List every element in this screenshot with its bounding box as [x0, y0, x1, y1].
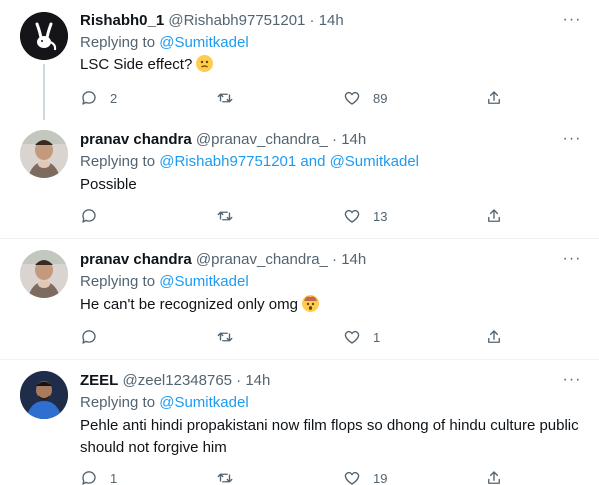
mention-link[interactable]: @Rishabh97751201 and @Sumitkadel: [159, 153, 419, 170]
replying-to-label: Replying to: [80, 153, 160, 170]
more-options-icon[interactable]: ···: [560, 131, 584, 153]
mention-link[interactable]: @Sumitkadel: [159, 394, 248, 411]
profile-photo-icon: [20, 130, 68, 178]
separator-dot: ·: [332, 131, 338, 148]
heart-icon: [344, 330, 360, 344]
more-options-icon[interactable]: ···: [560, 251, 584, 273]
tweet-header: pranav chandra @pranav_chandra_ · 14h: [80, 130, 366, 150]
reply-count: 2: [110, 90, 118, 106]
reply-icon: [82, 330, 96, 344]
tweet-text: Pehle anti hindi propakistani now film f…: [80, 415, 590, 459]
retweet-button[interactable]: [216, 327, 234, 347]
tweet-text: LSC Side effect?: [80, 54, 590, 76]
reply-button[interactable]: [80, 206, 98, 226]
display-name[interactable]: ZEEL: [80, 372, 118, 389]
share-button[interactable]: [485, 206, 503, 226]
user-handle[interactable]: @pranav_chandra_: [196, 131, 328, 148]
avatar[interactable]: [20, 371, 68, 419]
bunny-logo-icon: [20, 12, 68, 60]
share-button[interactable]: [485, 327, 503, 347]
exploding-head-emoji-icon: [302, 295, 320, 312]
tweet-actions: 13: [80, 206, 510, 226]
timestamp[interactable]: 14h: [341, 131, 366, 148]
replying-to-label: Replying to: [80, 34, 160, 51]
heart-icon: [344, 91, 360, 105]
timestamp[interactable]: 14h: [245, 372, 270, 389]
share-icon: [488, 91, 500, 104]
replying-to-label: Replying to: [80, 394, 160, 411]
share-button[interactable]: [485, 88, 503, 108]
user-handle[interactable]: @Rishabh97751201: [168, 12, 305, 29]
tweet-divider: [0, 359, 599, 360]
share-icon: [488, 209, 500, 222]
tweet-text: He can't be recognized only omg: [80, 294, 590, 316]
tweet-actions: 1: [80, 327, 510, 347]
tweet-body: He can't be recognized only omg: [80, 296, 298, 313]
reply-icon: [82, 91, 96, 105]
tweet-body: Pehle anti hindi propakistani now film f…: [80, 417, 579, 456]
timestamp[interactable]: 14h: [341, 251, 366, 268]
share-icon: [488, 471, 500, 484]
tweet-divider: [0, 238, 599, 239]
confused-face-emoji-icon: [196, 55, 214, 72]
more-options-icon[interactable]: ···: [560, 12, 584, 34]
reply-button[interactable]: 2: [80, 88, 117, 108]
more-options-icon[interactable]: ···: [560, 372, 584, 394]
display-name[interactable]: Rishabh0_1: [80, 12, 164, 29]
retweet-icon: [217, 93, 233, 103]
retweet-button[interactable]: [216, 468, 234, 485]
like-button[interactable]: 1: [343, 327, 380, 347]
retweet-button[interactable]: [216, 206, 234, 226]
user-handle[interactable]: @pranav_chandra_: [196, 251, 328, 268]
timestamp[interactable]: 14h: [319, 12, 344, 29]
reply-icon: [82, 471, 96, 485]
replying-to: Replying to @Sumitkadel: [80, 393, 249, 413]
tweet-actions: 1 19: [80, 468, 510, 485]
like-button[interactable]: 19: [343, 468, 387, 485]
tweet-header: pranav chandra @pranav_chandra_ · 14h: [80, 250, 366, 270]
avatar[interactable]: [20, 130, 68, 178]
reply-icon: [82, 209, 96, 223]
like-count: 89: [373, 90, 388, 106]
reply-button[interactable]: [80, 327, 98, 347]
separator-dot: ·: [236, 372, 242, 389]
replying-to: Replying to @Rishabh97751201 and @Sumitk…: [80, 152, 419, 172]
display-name[interactable]: pranav chandra: [80, 131, 192, 148]
like-button[interactable]: 89: [343, 88, 387, 108]
retweet-icon: [217, 332, 233, 342]
user-handle[interactable]: @zeel12348765: [123, 372, 232, 389]
retweet-button[interactable]: [216, 88, 234, 108]
separator-dot: ·: [309, 12, 315, 29]
tweet-actions: 2 89: [80, 88, 510, 108]
reply-count: 1: [110, 470, 118, 485]
mention-link[interactable]: @Sumitkadel: [159, 273, 248, 290]
tweet-body: LSC Side effect?: [80, 56, 193, 73]
avatar[interactable]: [20, 12, 68, 60]
profile-photo-icon: [20, 371, 68, 419]
avatar[interactable]: [20, 250, 68, 298]
like-count: 1: [373, 329, 381, 345]
profile-photo-icon: [20, 250, 68, 298]
display-name[interactable]: pranav chandra: [80, 251, 192, 268]
mention-link[interactable]: @Sumitkadel: [159, 34, 248, 51]
tweet-header: Rishabh0_1 @Rishabh97751201 · 14h: [80, 11, 344, 31]
tweet-text: Possible: [80, 174, 590, 196]
replying-to: Replying to @Sumitkadel: [80, 33, 249, 53]
retweet-icon: [217, 473, 233, 483]
share-icon: [488, 330, 500, 343]
tweet-body: Possible: [80, 176, 137, 193]
tweet-header: ZEEL @zeel12348765 · 14h: [80, 371, 270, 391]
like-count: 19: [373, 470, 388, 485]
separator-dot: ·: [332, 251, 338, 268]
share-button[interactable]: [485, 468, 503, 485]
retweet-icon: [217, 211, 233, 221]
heart-icon: [344, 471, 360, 485]
like-count: 13: [373, 208, 388, 224]
thread-connector-line: [43, 64, 45, 120]
like-button[interactable]: 13: [343, 206, 387, 226]
replying-to-label: Replying to: [80, 273, 160, 290]
reply-button[interactable]: 1: [80, 468, 117, 485]
replying-to: Replying to @Sumitkadel: [80, 272, 249, 292]
heart-icon: [344, 209, 360, 223]
